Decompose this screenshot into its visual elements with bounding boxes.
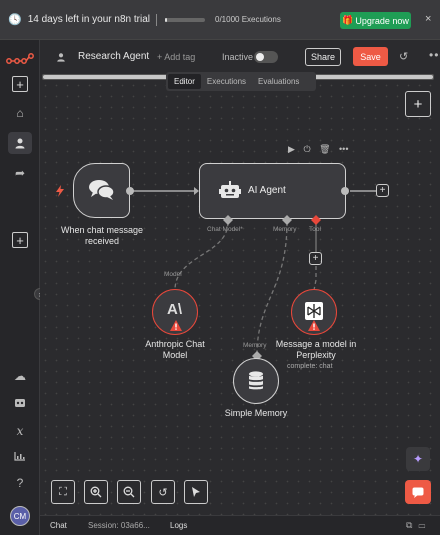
perplexity-sublabel: complete: chat (287, 363, 333, 370)
anthropic-label: Anthropic Chat Model (145, 339, 205, 361)
perplexity-icon (305, 302, 323, 320)
zoom-out-button[interactable] (117, 480, 141, 504)
popout-icon[interactable]: ⧉ (406, 520, 418, 530)
fit-view-button[interactable]: ⛶ (51, 480, 75, 504)
power-icon[interactable]: ⏻ (303, 144, 310, 154)
chat-trigger-node[interactable] (73, 163, 130, 218)
tab-evaluations[interactable]: Evaluations (252, 74, 305, 89)
ai-agent-label: AI Agent (248, 185, 286, 196)
cursor-icon (192, 487, 200, 497)
logs-tab[interactable]: Logs (170, 521, 187, 530)
reset-zoom-button[interactable]: ↺ (151, 480, 175, 504)
node-toolbar: ▶ ⏻ 🗑 ••• (288, 144, 348, 155)
memory-port[interactable] (282, 215, 292, 225)
ai-assistant-button[interactable]: ✦ (406, 447, 430, 471)
bottom-panel-bar: Chat Session: 03a66... Logs ⧉▭ (40, 515, 440, 535)
tidy-up-button[interactable] (184, 480, 208, 504)
chat-model-port[interactable] (223, 215, 233, 225)
memory-port-label: Memory (273, 226, 297, 233)
more-icon[interactable]: ••• (339, 144, 348, 154)
output-port[interactable] (125, 186, 135, 196)
tool-port-label: Tool (309, 226, 321, 233)
memory-node[interactable] (233, 358, 279, 404)
chat-icon (412, 487, 424, 498)
tab-editor[interactable]: Editor (168, 74, 201, 89)
memory-label: Simple Memory (224, 408, 288, 418)
chat-bubbles-icon (89, 180, 115, 200)
chat-trigger-label: When chat message received (60, 225, 144, 247)
perplexity-warning-icon (308, 320, 320, 331)
add-tool-button[interactable]: + (309, 252, 322, 265)
memory-node-port-label: Memory (243, 342, 267, 349)
collapse-panel-icon[interactable]: ▭ (418, 520, 431, 530)
perplexity-label: Message a model in Perplexity (275, 339, 357, 361)
view-tabs: Editor Executions Evaluations (166, 72, 316, 91)
anthropic-logo-icon: A\ (167, 301, 182, 318)
zoom-out-icon (123, 486, 135, 498)
robot-icon (219, 181, 241, 198)
open-chat-button[interactable] (405, 480, 431, 504)
panel-controls: ⧉▭ (406, 520, 431, 531)
trigger-bolt-icon (56, 185, 64, 197)
tool-port[interactable] (311, 215, 321, 225)
anthropic-warning-icon (170, 320, 182, 331)
chat-model-port-label: Chat Model* (207, 226, 243, 233)
delete-icon[interactable]: 🗑 (319, 144, 330, 154)
zoom-in-button[interactable] (84, 480, 108, 504)
database-icon (249, 371, 263, 390)
ai-agent-node[interactable]: AI Agent (199, 163, 346, 219)
anthropic-port-label: Model (164, 271, 182, 278)
session-id: Session: 03a66... (88, 521, 150, 530)
chat-tab[interactable]: Chat (50, 521, 67, 530)
ai-agent-output-port[interactable] (340, 186, 350, 196)
play-icon[interactable]: ▶ (288, 144, 295, 154)
zoom-in-icon (90, 486, 102, 498)
add-next-node-button[interactable]: + (376, 184, 389, 197)
tab-executions[interactable]: Executions (201, 74, 252, 89)
